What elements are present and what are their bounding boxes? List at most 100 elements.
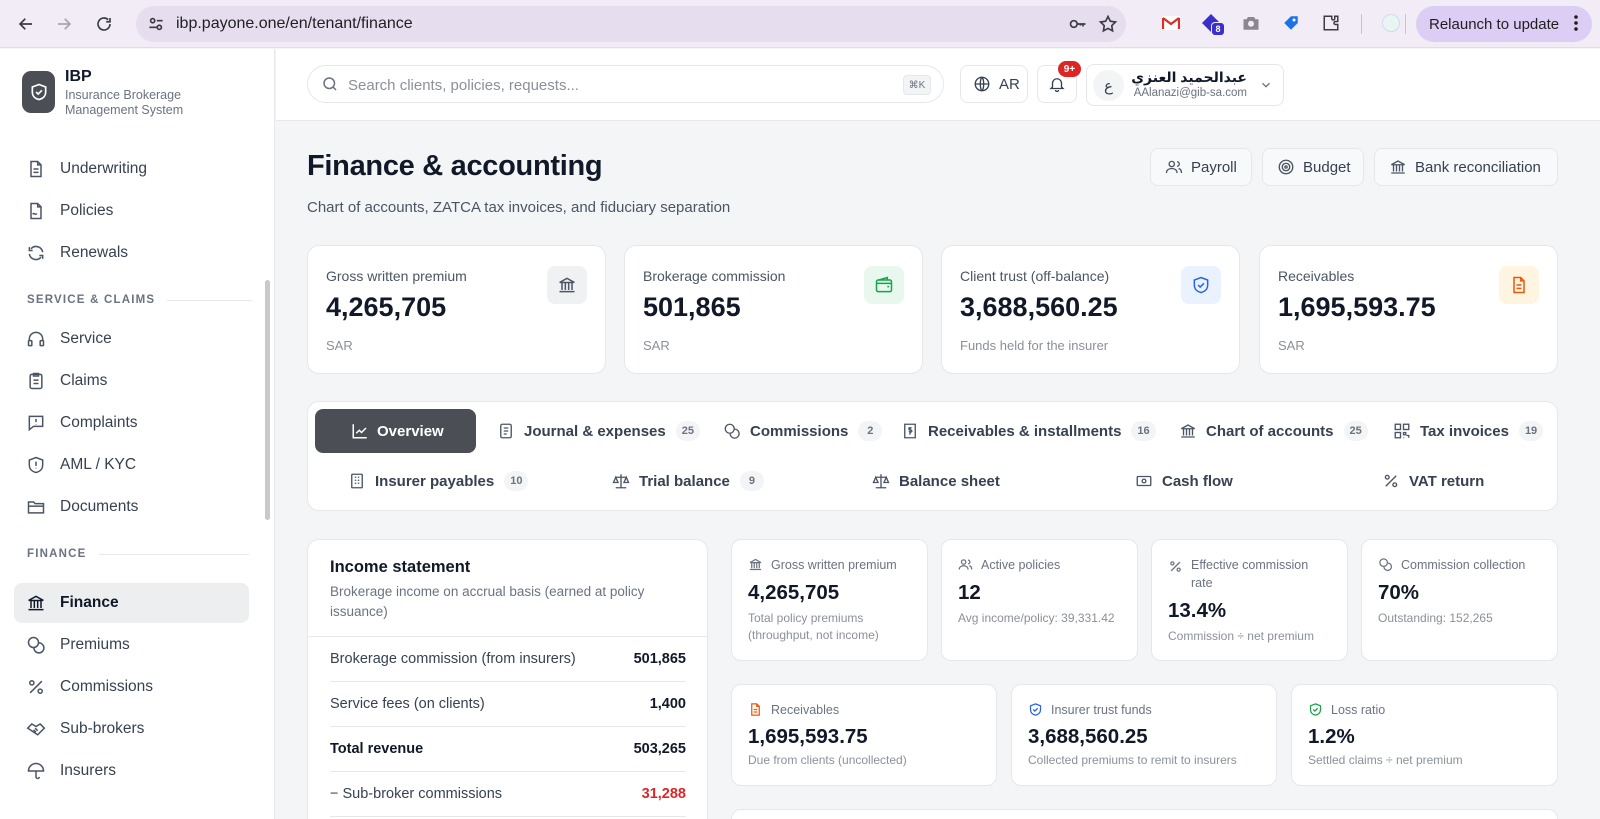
sidebar-scrollbar[interactable] (265, 280, 270, 520)
sidebar-item-renewals[interactable]: Renewals (14, 233, 249, 273)
address-bar[interactable]: ibp.payone.one/en/tenant/finance (136, 6, 1126, 42)
bank-icon (1179, 422, 1197, 440)
stat-value: 1,695,593.75 (1278, 292, 1436, 322)
sidebar-item-documents[interactable]: Documents (14, 487, 249, 527)
percent-icon (1382, 472, 1400, 490)
tab-overview[interactable]: Overview (315, 409, 476, 453)
tab-label: Chart of accounts (1206, 422, 1334, 440)
metric-value: 70% (1378, 581, 1420, 604)
tab-chart-of-accounts[interactable]: Chart of accounts 25 (1179, 409, 1368, 453)
tab-tax-invoices[interactable]: Tax invoices 19 (1393, 409, 1544, 453)
users-icon (958, 557, 973, 572)
more-vert-icon[interactable] (1574, 14, 1578, 32)
coins-icon (723, 422, 741, 440)
tab-cash-flow[interactable]: Cash flow (1135, 459, 1233, 503)
reload-icon[interactable] (90, 10, 118, 38)
tag-extension-icon[interactable] (1280, 12, 1302, 34)
headset-icon (26, 329, 46, 349)
sidebar: IBP Insurance Brokerage Management Syste… (0, 49, 275, 819)
back-arrow-icon[interactable] (12, 10, 40, 38)
search-box[interactable]: ⌘K (307, 65, 944, 103)
metric-label: Receivables (771, 703, 840, 717)
bookmark-star-icon[interactable] (1098, 14, 1118, 34)
sidebar-item-sub-brokers[interactable]: Sub-brokers (14, 709, 249, 749)
tab-balance-sheet[interactable]: Balance sheet (872, 459, 1000, 503)
metric-note: Total policy premiums (throughput, not i… (748, 611, 879, 642)
metric-value: 13.4% (1168, 599, 1227, 622)
tab-label: Balance sheet (899, 472, 1000, 490)
bank-reconciliation-label: Bank reconciliation (1415, 158, 1541, 176)
relaunch-label: Relaunch to update (1429, 15, 1560, 33)
sidebar-item-complaints[interactable]: Complaints (14, 403, 249, 443)
user-email: AAlanazi@gib-sa.com (1133, 87, 1247, 99)
extensions-puzzle-icon[interactable] (1320, 12, 1342, 34)
users-icon (1165, 158, 1183, 176)
budget-button[interactable]: Budget (1262, 148, 1364, 186)
folder-icon (26, 497, 46, 517)
file-text-icon (1499, 266, 1539, 304)
tab-trial-balance[interactable]: Trial balance 9 (612, 459, 764, 503)
stat-label: Receivables (1278, 268, 1355, 284)
building-icon (348, 472, 366, 490)
tab-receivables-installments[interactable]: Receivables & installments 16 (901, 409, 1156, 453)
sidebar-item-premiums[interactable]: Premiums (14, 625, 249, 665)
tab-count: 10 (504, 471, 529, 491)
receipt-dollar-icon (901, 422, 919, 440)
refresh-icon (26, 243, 46, 263)
metric-note: Settled claims ÷ net premium (1308, 753, 1463, 767)
tab-vat-return[interactable]: VAT return (1382, 459, 1484, 503)
tab-commissions[interactable]: Commissions 2 (723, 409, 883, 453)
table-row: Brokerage commission (from insurers) 501… (330, 637, 686, 682)
search-input[interactable] (348, 74, 878, 96)
banknote-icon (1135, 472, 1153, 490)
table-row: Service fees (on clients) 1,400 (330, 682, 686, 727)
income-description: Brokerage income on accrual basis (earne… (330, 584, 645, 619)
sidebar-item-label: Policies (60, 202, 114, 219)
sidebar-item-label: Commissions (60, 678, 154, 695)
row-amount: 503,265 (633, 741, 686, 757)
tab-label: Journal & expenses (524, 422, 666, 440)
tab-insurer-payables[interactable]: Insurer payables 10 (348, 459, 529, 503)
sidebar-item-claims[interactable]: Claims (14, 361, 249, 401)
camera-extension-icon[interactable] (1240, 12, 1262, 34)
bank-reconciliation-button[interactable]: Bank reconciliation (1374, 148, 1558, 186)
sidebar-item-insurers[interactable]: Insurers (14, 751, 249, 791)
sidebar-item-policies[interactable]: Policies (14, 191, 249, 231)
stat-card-gross-written-premium: Gross written premium 4,265,705 SAR (307, 245, 606, 374)
row-label: Service fees (on clients) (330, 696, 485, 712)
payroll-button[interactable]: Payroll (1150, 148, 1252, 186)
language-label: AR (999, 75, 1020, 93)
user-name: عبدالحميد العنزي (1131, 69, 1247, 85)
metric-label: Gross written premium (771, 558, 897, 572)
income-statement-card: Income statement Brokerage income on acc… (307, 539, 708, 819)
tab-journal-expenses[interactable]: Journal & expenses 25 (497, 409, 700, 453)
gmail-extension-icon[interactable] (1160, 12, 1182, 34)
sidebar-item-label: Complaints (60, 414, 138, 431)
sidebar-item-aml-kyc[interactable]: AML / KYC (14, 445, 249, 485)
tab-label: Insurer payables (375, 472, 495, 490)
stat-card-client-trust: Client trust (off-balance) 3,688,560.25 … (941, 245, 1240, 374)
sidebar-item-finance[interactable]: Finance (14, 583, 249, 623)
sidebar-item-label: AML / KYC (60, 456, 137, 473)
profile-icon[interactable] (1380, 12, 1402, 34)
tab-count: 25 (1343, 421, 1368, 441)
metric-card-loss-ratio: Loss ratio 1.2% Settled claims ÷ net pre… (1291, 684, 1558, 786)
diamond-extension-icon[interactable]: 8 (1200, 12, 1225, 36)
language-button[interactable]: AR (960, 65, 1028, 103)
stat-note: Funds held for the insurer (960, 338, 1109, 353)
site-settings-icon[interactable] (146, 14, 166, 34)
relaunch-button[interactable]: Relaunch to update (1416, 6, 1592, 42)
bank-icon (1389, 158, 1407, 176)
forward-arrow-icon[interactable] (50, 10, 78, 38)
sidebar-item-underwriting[interactable]: Underwriting (14, 149, 249, 189)
sidebar-item-service[interactable]: Service (14, 319, 249, 359)
password-key-icon[interactable] (1068, 14, 1088, 34)
shield-logo-icon (22, 71, 55, 113)
bank-icon (547, 266, 587, 304)
umbrella-icon (26, 761, 46, 781)
message-alert-icon (26, 413, 46, 433)
tab-label: Overview (377, 422, 444, 440)
user-menu-button[interactable]: ع عبدالحميد العنزي AAlanazi@gib-sa.com (1086, 64, 1284, 106)
sidebar-item-commissions[interactable]: Commissions (14, 667, 249, 707)
metric-card-effective-commission-rate: Effective commission rate 13.4% Commissi… (1151, 539, 1348, 661)
